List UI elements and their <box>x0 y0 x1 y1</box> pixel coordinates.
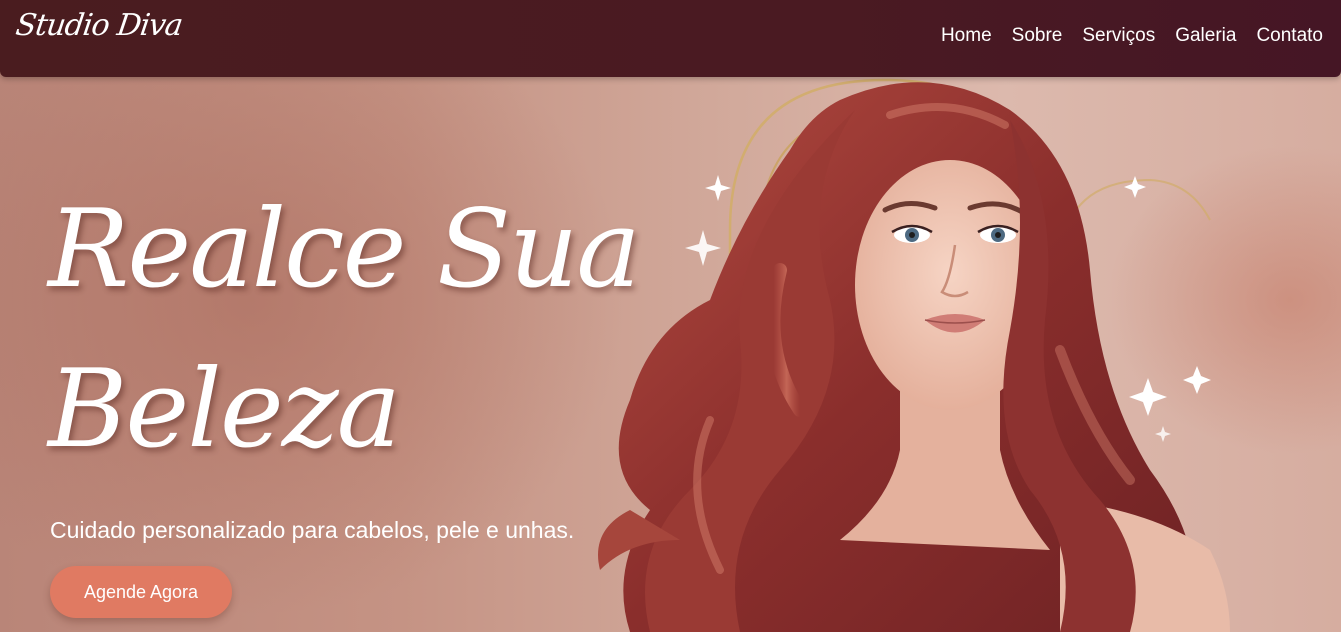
nav-link-contato[interactable]: Contato <box>1256 25 1323 47</box>
hero-portrait-image <box>598 78 1230 632</box>
hero-headline: Realce Sua Beleza <box>48 187 641 472</box>
book-now-button[interactable]: Agende Agora <box>50 566 232 618</box>
top-navbar: Studio Diva Home Sobre Serviços Galeria … <box>0 0 1341 77</box>
nav-link-servicos[interactable]: Serviços <box>1082 25 1155 47</box>
hero-section: Realce Sua Beleza Cuidado personalizado … <box>0 0 1341 632</box>
main-nav: Home Sobre Serviços Galeria Contato <box>941 25 1323 47</box>
nav-link-home[interactable]: Home <box>941 25 992 47</box>
hero-subtitle: Cuidado personalizado para cabelos, pele… <box>50 517 575 543</box>
brand-logo[interactable]: Studio Diva <box>14 8 185 43</box>
nav-link-galeria[interactable]: Galeria <box>1175 25 1236 47</box>
nav-link-sobre[interactable]: Sobre <box>1012 25 1063 47</box>
